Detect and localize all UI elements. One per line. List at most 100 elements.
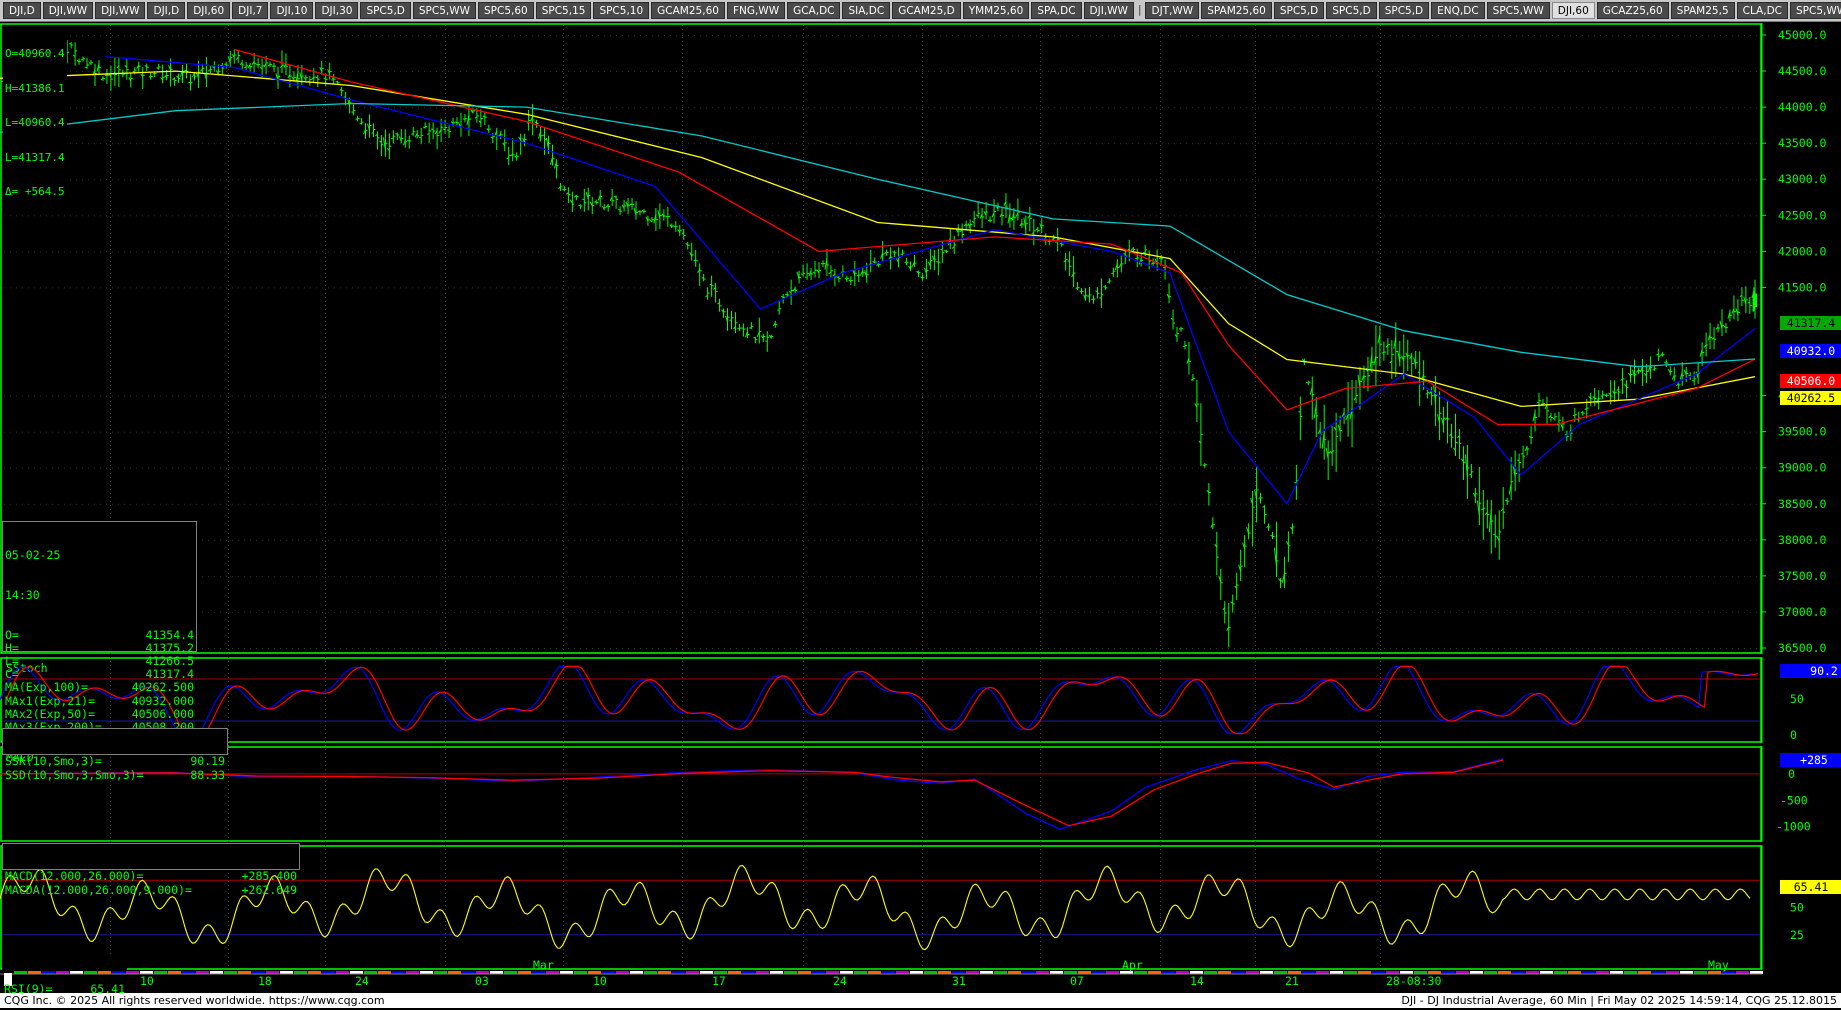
symbol-tab[interactable]: SPC5,15 [536,2,592,19]
grid-dot [1702,215,1703,216]
grid-dot [682,849,683,850]
grid-dot [1040,909,1041,910]
grid-dot [325,909,326,910]
symbol-tab[interactable]: SPC5,D [360,2,410,19]
symbol-tab[interactable]: SPC5,D [1274,2,1324,19]
symbol-tab[interactable]: SPC5,WW [1487,2,1550,19]
grid-dot [445,537,446,538]
grid-dot [445,641,446,642]
grid-dot [1380,445,1381,446]
symbol-tab[interactable]: GCAM25,D [892,2,961,19]
grid-dot [563,93,564,94]
grid-dot [922,293,923,294]
grid-dot [1255,225,1256,226]
grid-dot [1040,669,1041,670]
grid-dot [445,377,446,378]
grid-dot [110,25,111,26]
grid-dot [110,237,111,238]
grid-dot [1255,453,1256,454]
symbol-tab[interactable]: CLA,DC [1737,2,1788,19]
grid-dot [1066,251,1067,252]
symbol-tab[interactable]: SPC5,D [1379,2,1429,19]
grid-dot [228,825,229,826]
symbol-tab[interactable]: SPA,DC [1031,2,1081,19]
grid-dot [646,215,647,216]
grid-dot [1564,251,1565,252]
grid-dot [1570,107,1571,108]
grid-dot [110,53,111,54]
grid-dot [4,287,5,288]
symbol-tab[interactable]: GCAM25,60 [651,2,725,19]
grid-dot [1636,143,1637,144]
grid-dot [1390,215,1391,216]
grid-dot [292,143,293,144]
grid-dot [934,179,935,180]
grid-dot [922,533,923,534]
grid-dot [1380,841,1381,842]
grid-dot [1160,745,1161,746]
symbol-tab[interactable]: DJI,WW [1084,2,1134,19]
grid-dot [1040,741,1041,742]
grid-dot [934,215,935,216]
symbol-tab[interactable]: DJI,D [147,2,185,19]
grid-dot [1255,941,1256,942]
grid-dot [228,761,229,762]
grid-dot [1318,251,1319,252]
grid-dot [130,143,131,144]
grid-dot [445,753,446,754]
symbol-tab[interactable]: SPC5,WW [1790,2,1841,19]
symbol-tab[interactable]: DJI,WW [95,2,145,19]
symbol-tab[interactable]: DJT,WW [1145,2,1199,19]
grid-dot [10,251,11,252]
symbol-tab[interactable]: SPC5,10 [593,2,649,19]
grid-dot [454,251,455,252]
grid-dot [110,421,111,422]
grid-dot [682,573,683,574]
symbol-tab[interactable]: ENQ,DC [1431,2,1485,19]
symbol-tab[interactable]: GCAZ25,60 [1597,2,1669,19]
grid-dot [100,107,101,108]
grid-dot [682,281,683,282]
grid-dot [803,785,804,786]
grid-dot [1282,71,1283,72]
symbol-tab[interactable]: | [1136,2,1144,19]
symbol-tab[interactable]: SPC5,WW [413,2,476,19]
symbol-tab[interactable]: DJI,30 [315,2,358,19]
grid-dot [1160,253,1161,254]
symbol-tab[interactable]: DJI,60 [187,2,230,19]
grid-dot [110,321,111,322]
symbol-tab[interactable]: SPAM25,5 [1671,2,1735,19]
grid-dot [1160,273,1161,274]
grid-dot [790,71,791,72]
symbol-tab[interactable]: FNG,WW [727,2,785,19]
symbol-tab[interactable]: SPC5,D [1326,2,1376,19]
grid-dot [228,641,229,642]
grid-dot [228,201,229,202]
grid-dot [880,215,881,216]
symbol-tab[interactable]: DJI,60 [1552,2,1595,19]
grid-dot [1380,245,1381,246]
grid-dot [1288,107,1289,108]
grid-dot [1380,181,1381,182]
grid-dot [496,215,497,216]
grid-dot [682,145,683,146]
symbol-tab[interactable]: SIA,DC [842,2,890,19]
grid-dot [1040,817,1041,818]
grid-dot [325,461,326,462]
symbol-tab[interactable]: YMM25,60 [963,2,1030,19]
grid-dot [922,621,923,622]
grid-dot [88,35,89,36]
grid-dot [826,107,827,108]
grid-dot [1690,71,1691,72]
symbol-tab[interactable]: SPC5,60 [478,2,534,19]
grid-dot [228,157,229,158]
grid-dot [803,377,804,378]
grid-dot [1702,35,1703,36]
symbol-tab[interactable]: SPAM25,60 [1201,2,1272,19]
symbol-tab[interactable]: GCA,DC [787,2,840,19]
grid-dot [1654,143,1655,144]
symbol-tab[interactable]: DJI,WW [43,2,93,19]
symbol-tab[interactable]: DJI,7 [232,2,268,19]
symbol-tab[interactable]: DJI,D [3,2,41,19]
symbol-tab[interactable]: DJI,10 [270,2,313,19]
